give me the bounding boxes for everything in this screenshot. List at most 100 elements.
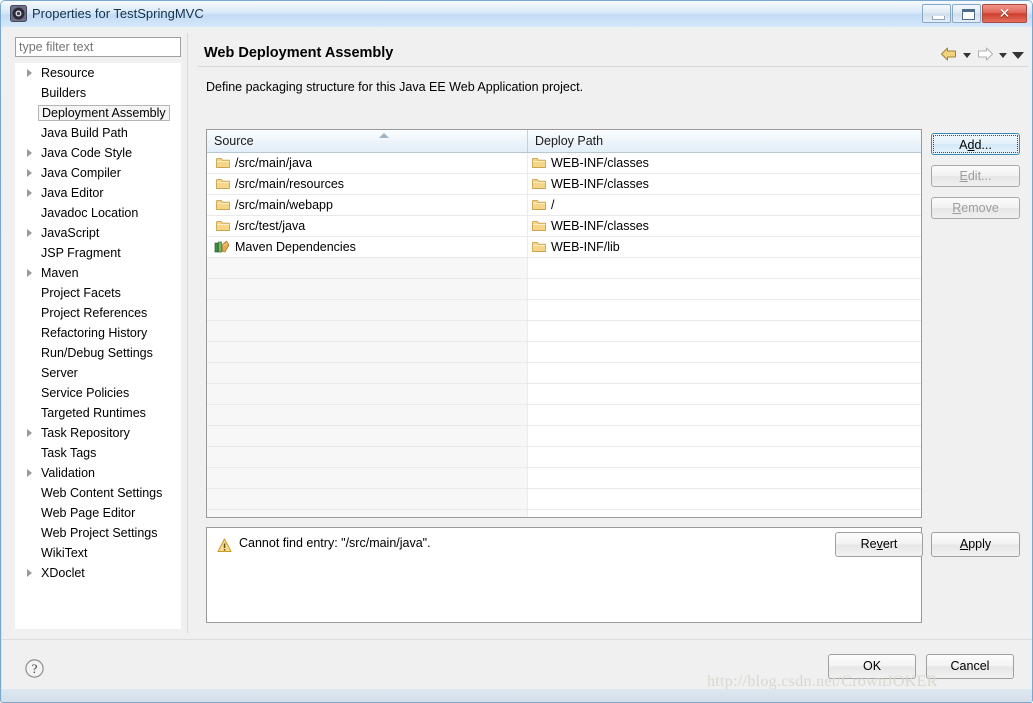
column-header-source[interactable]: Source: [207, 130, 528, 152]
sidebar-item-xdoclet[interactable]: XDoclet: [15, 563, 181, 583]
sidebar-item-javadoc-location[interactable]: Javadoc Location: [15, 203, 181, 223]
cell-deploy-path: [528, 426, 921, 446]
sidebar-item-java-build-path[interactable]: Java Build Path: [15, 123, 181, 143]
sidebar-item-wikitext[interactable]: WikiText: [15, 543, 181, 563]
table-row[interactable]: /src/main/java WEB-INF/classes: [207, 153, 921, 174]
expand-arrow-icon[interactable]: [27, 169, 32, 177]
sidebar-item-java-compiler[interactable]: Java Compiler: [15, 163, 181, 183]
sidebar-item-task-repository[interactable]: Task Repository: [15, 423, 181, 443]
properties-dialog-window: Properties for TestSpringMVC ✕ Resource B…: [0, 0, 1033, 703]
add-button-label: Add...: [959, 138, 992, 152]
sidebar-item-javascript[interactable]: JavaScript: [15, 223, 181, 243]
expand-arrow-icon[interactable]: [27, 149, 32, 157]
revert-button[interactable]: Revert: [835, 532, 923, 557]
cell-source: [207, 279, 528, 299]
sidebar-item-label: Java Editor: [41, 186, 104, 200]
sidebar-item-server[interactable]: Server: [15, 363, 181, 383]
minimize-button[interactable]: [922, 4, 951, 23]
cell-deploy-path: WEB-INF/classes: [528, 153, 921, 173]
sidebar-item-label: Service Policies: [41, 386, 130, 400]
sidebar-item-resource[interactable]: Resource: [15, 63, 181, 83]
panel-sash[interactable]: [187, 33, 193, 633]
help-icon[interactable]: ?: [24, 658, 45, 679]
cell-source: [207, 363, 528, 383]
cell-deploy-path: WEB-INF/lib: [528, 237, 921, 257]
sidebar-item-service-policies[interactable]: Service Policies: [15, 383, 181, 403]
sidebar-item-label: WikiText: [41, 546, 88, 560]
apply-button[interactable]: Apply: [931, 532, 1020, 557]
sidebar-item-maven[interactable]: Maven: [15, 263, 181, 283]
sidebar-item-project-facets[interactable]: Project Facets: [15, 283, 181, 303]
sidebar-item-label: Task Repository: [41, 426, 130, 440]
cell-deploy-path: [528, 279, 921, 299]
table-row[interactable]: /src/test/java WEB-INF/classes: [207, 216, 921, 237]
cell-deploy-path: [528, 342, 921, 362]
sidebar-item-java-editor[interactable]: Java Editor: [15, 183, 181, 203]
sidebar-item-validation[interactable]: Validation: [15, 463, 181, 483]
expand-arrow-icon[interactable]: [27, 429, 32, 437]
column-header-deploy-path[interactable]: Deploy Path: [528, 130, 921, 152]
cell-deploy-path: [528, 468, 921, 488]
table-body: /src/main/java WEB-INF/classes/src/main/r…: [207, 153, 921, 517]
cell-deploy-path: /: [528, 195, 921, 215]
cell-deploy-path: [528, 405, 921, 425]
sidebar-item-web-page-editor[interactable]: Web Page Editor: [15, 503, 181, 523]
cell-deploy-path-label: /: [551, 198, 555, 212]
sidebar-item-targeted-runtimes[interactable]: Targeted Runtimes: [15, 403, 181, 423]
table-row[interactable]: /src/main/resources WEB-INF/classes: [207, 174, 921, 195]
expand-arrow-icon[interactable]: [27, 229, 32, 237]
cell-deploy-path: [528, 447, 921, 467]
sidebar-item-project-references[interactable]: Project References: [15, 303, 181, 323]
table-row[interactable]: /src/main/webapp /: [207, 195, 921, 216]
view-menu-chevron-down-icon[interactable]: [1012, 51, 1024, 59]
sidebar-item-label: Java Code Style: [41, 146, 133, 160]
table-empty-row: [207, 384, 921, 405]
revert-button-label: Revert: [860, 537, 898, 551]
sidebar-item-task-tags[interactable]: Task Tags: [15, 443, 181, 463]
folder-icon: [216, 199, 230, 210]
cell-source: [207, 342, 528, 362]
maximize-button[interactable]: [952, 4, 981, 23]
expand-arrow-icon[interactable]: [27, 69, 32, 77]
remove-button-label: Remove: [952, 201, 999, 215]
cell-deploy-path: WEB-INF/classes: [528, 216, 921, 236]
title-bar: Properties for TestSpringMVC ✕: [1, 1, 1032, 27]
cell-deploy-path-label: WEB-INF/lib: [551, 240, 620, 254]
table-header-row: Source Deploy Path: [207, 130, 921, 153]
expand-arrow-icon[interactable]: [27, 269, 32, 277]
cell-source: /src/test/java: [207, 216, 528, 236]
table-row[interactable]: Maven Dependencies WEB-INF/lib: [207, 237, 921, 258]
sidebar-item-refactoring-history[interactable]: Refactoring History: [15, 323, 181, 343]
table-empty-row: [207, 510, 921, 517]
cell-source: /src/main/webapp: [207, 195, 528, 215]
add-button[interactable]: Add...: [931, 133, 1020, 155]
expand-arrow-icon[interactable]: [27, 469, 32, 477]
cell-deploy-path: [528, 384, 921, 404]
back-dropdown-chevron-down-icon[interactable]: [963, 52, 971, 58]
sidebar-item-builders[interactable]: Builders: [15, 83, 181, 103]
settings-tree[interactable]: Resource Builders Deployment Assembly Java …: [15, 63, 181, 629]
sidebar-item-label: Web Project Settings: [41, 526, 158, 540]
table-empty-row: [207, 489, 921, 510]
sidebar-item-jsp-fragment[interactable]: JSP Fragment: [15, 243, 181, 263]
sidebar-item-label: Javadoc Location: [41, 206, 139, 220]
folder-icon: [216, 157, 230, 168]
forward-dropdown-chevron-down-icon[interactable]: [999, 52, 1007, 58]
filter-input[interactable]: [15, 37, 181, 57]
close-button[interactable]: ✕: [982, 4, 1027, 23]
deployment-assembly-table[interactable]: Source Deploy Path /src/main/java WEB-INF…: [206, 129, 922, 518]
close-icon: ✕: [998, 5, 1011, 21]
cell-source: [207, 384, 528, 404]
sidebar-item-java-code-style[interactable]: Java Code Style: [15, 143, 181, 163]
cell-source: [207, 510, 528, 517]
cell-source: [207, 447, 528, 467]
back-arrow-icon[interactable]: [940, 46, 958, 62]
cell-source: Maven Dependencies: [207, 237, 528, 257]
sidebar-item-web-content-settings[interactable]: Web Content Settings: [15, 483, 181, 503]
sidebar-item-web-project-settings[interactable]: Web Project Settings: [15, 523, 181, 543]
sidebar-item-run-debug-settings[interactable]: Run/Debug Settings: [15, 343, 181, 363]
expand-arrow-icon[interactable]: [27, 189, 32, 197]
expand-arrow-icon[interactable]: [27, 569, 32, 577]
cancel-button[interactable]: Cancel: [926, 654, 1014, 679]
sidebar-item-deployment-assembly[interactable]: Deployment Assembly: [15, 103, 181, 123]
